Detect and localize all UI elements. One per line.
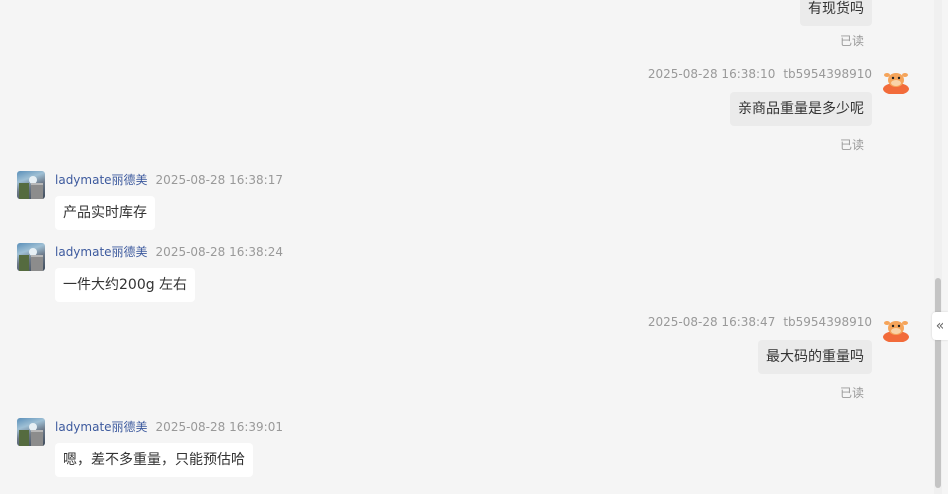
incoming-message-bubble[interactable]: 产品实时库存 — [55, 196, 155, 230]
incoming-message-bubble[interactable]: 嗯，差不多重量，只能预估哈 — [55, 443, 253, 477]
scrollbar-thumb[interactable] — [935, 278, 941, 488]
message-meta: ladymate丽德美 2025-08-28 16:39:01 — [55, 418, 283, 435]
message-meta: ladymate丽德美 2025-08-28 16:38:17 — [55, 171, 283, 188]
message-time: 2025-08-28 16:38:47 — [647, 315, 776, 329]
message-meta: ladymate丽德美 2025-08-28 16:38:24 — [55, 243, 283, 260]
outgoing-message-bubble[interactable]: 有现货吗 — [800, 0, 872, 26]
read-status: 已读 — [839, 386, 864, 400]
cow-mascot-avatar[interactable] — [882, 66, 910, 94]
double-chevron-left-icon[interactable]: « — [932, 312, 948, 340]
message-meta: 2025-08-28 16:38:47 tb5954398910 — [648, 315, 872, 329]
outgoing-message-bubble[interactable]: 亲商品重量是多少呢 — [730, 92, 872, 126]
sender-nickname[interactable]: ladymate丽德美 — [55, 245, 148, 259]
incoming-message-bubble[interactable]: 一件大约200g 左右 — [55, 268, 196, 302]
message-time: 2025-08-28 16:38:17 — [155, 173, 283, 187]
sender-nickname[interactable]: ladymate丽德美 — [55, 420, 148, 434]
shop-photo-avatar[interactable] — [17, 243, 45, 271]
message-time: 2025-08-28 16:39:01 — [155, 420, 283, 434]
chat-message-list[interactable]: 有现货吗 已读 2025-08-28 16:38:10 tb5954398910 … — [0, 0, 930, 494]
sender-id: tb5954398910 — [783, 67, 872, 81]
message-meta: 2025-08-28 16:38:10 tb5954398910 — [648, 67, 872, 81]
cow-mascot-avatar[interactable] — [882, 314, 910, 342]
shop-photo-avatar[interactable] — [17, 418, 45, 446]
message-time: 2025-08-28 16:38:10 — [647, 67, 776, 81]
read-status: 已读 — [839, 34, 864, 48]
read-status: 已读 — [839, 138, 864, 152]
message-time: 2025-08-28 16:38:24 — [155, 245, 283, 259]
shop-photo-avatar[interactable] — [17, 171, 45, 199]
sender-nickname[interactable]: ladymate丽德美 — [55, 173, 148, 187]
sender-id: tb5954398910 — [783, 315, 872, 329]
outgoing-message-bubble[interactable]: 最大码的重量吗 — [758, 340, 872, 374]
